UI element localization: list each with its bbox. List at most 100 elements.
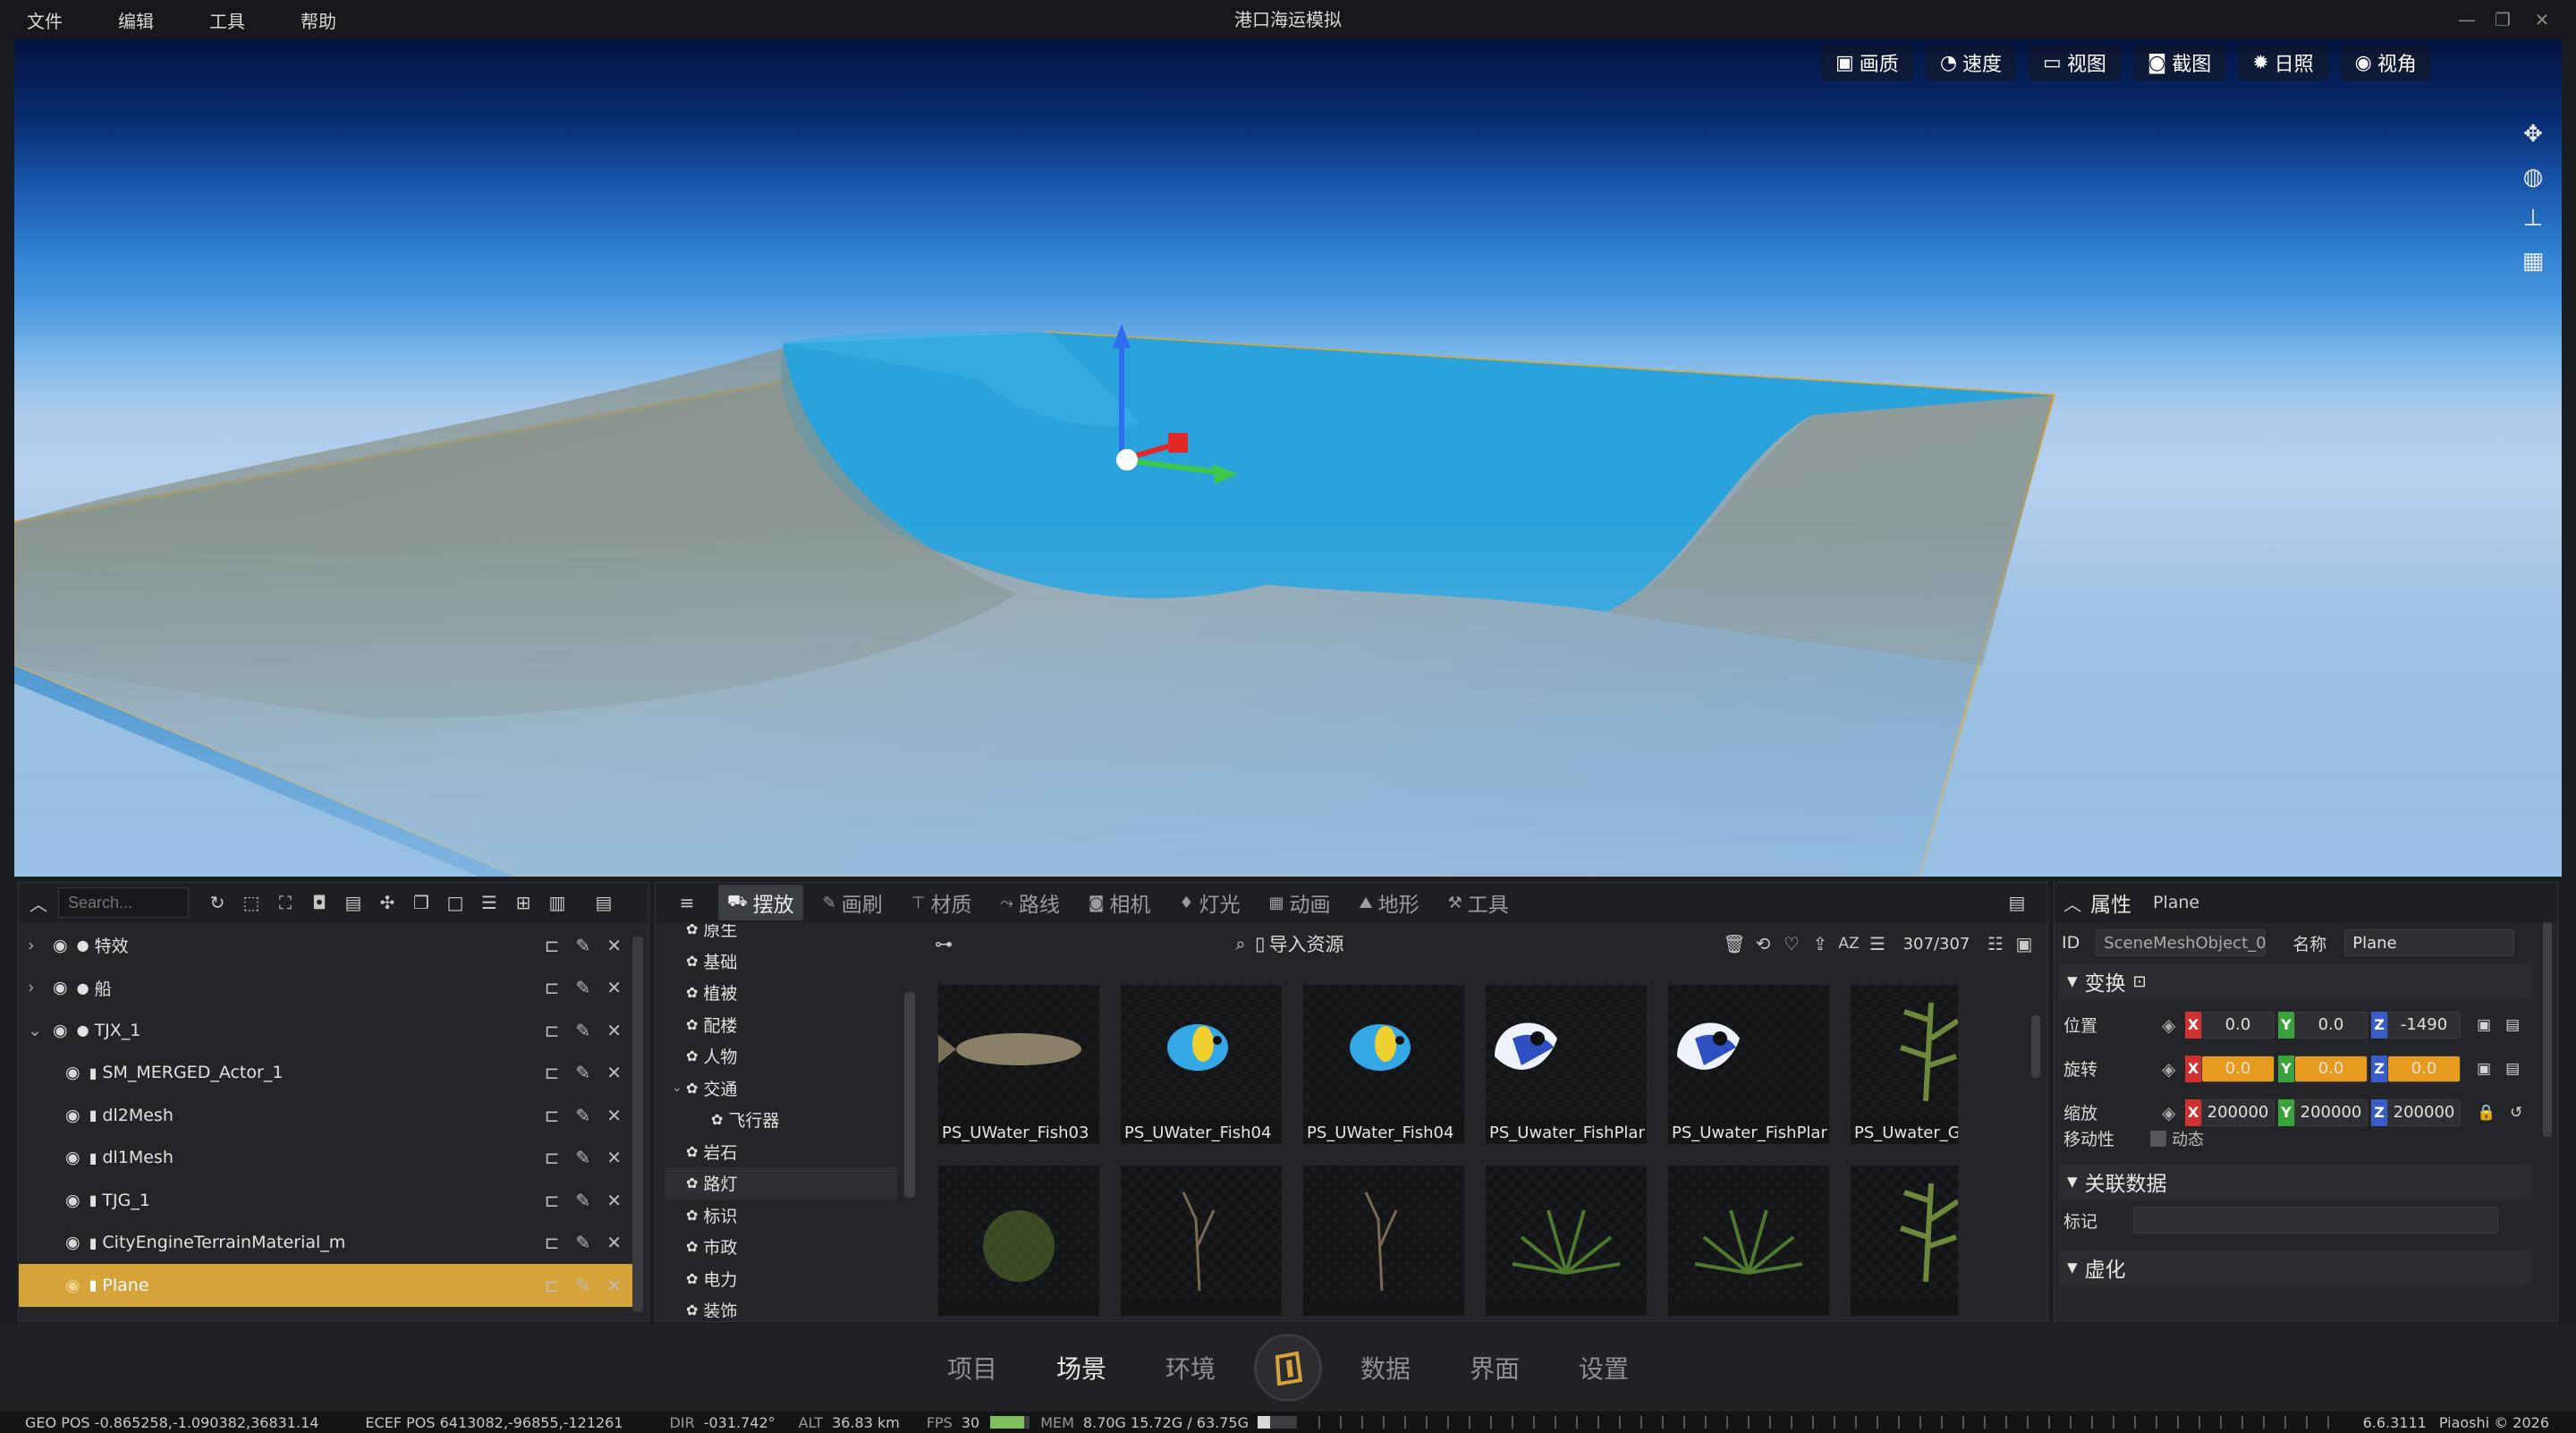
asset-thumbnail[interactable]: PS_Uwater_Grass07 — [1851, 985, 1958, 1144]
tab-0[interactable]: ⛟ 摆放 — [718, 885, 803, 920]
expand-toggle[interactable]: › — [28, 936, 44, 955]
paste-icon[interactable]: ▤ — [2505, 1060, 2520, 1078]
chevron-up-icon[interactable]: ︿ — [2063, 890, 2081, 916]
asset-thumbnail[interactable] — [1303, 1166, 1464, 1316]
export-button[interactable]: ⇪ — [1806, 929, 1835, 958]
expand-toggle[interactable]: ⌄ — [28, 1021, 44, 1040]
remove-icon[interactable]: ✕ — [606, 935, 622, 956]
edit-icon[interactable]: ✎ — [575, 935, 590, 956]
category-item[interactable]: ✿ 飞行器 — [665, 1104, 897, 1136]
nav-project[interactable]: 项目 — [947, 1350, 997, 1386]
category-item[interactable]: ✿ 人物 — [665, 1040, 897, 1073]
tab-5[interactable]: ♦ 灯光 — [1170, 885, 1249, 920]
maximize-button[interactable]: ❐ — [2483, 0, 2522, 39]
align-icon[interactable]: ⊏ — [545, 1062, 560, 1083]
edit-icon[interactable]: ✎ — [575, 1190, 590, 1211]
mobility-checkbox[interactable]: 动态 — [2150, 1127, 2204, 1150]
asset-thumbnail[interactable] — [1668, 1166, 1829, 1316]
category-item[interactable]: ✿ 路灯 — [665, 1167, 897, 1200]
document-button[interactable]: ▥ — [543, 888, 572, 917]
tab-6[interactable]: ▦ 动画 — [1259, 885, 1339, 920]
edit-icon[interactable]: ✎ — [575, 977, 590, 998]
category-item[interactable]: ✿ 植被 — [665, 977, 897, 1009]
edit-icon[interactable]: ✎ — [575, 1105, 590, 1126]
align-icon[interactable]: ⊏ — [545, 1105, 560, 1126]
lock-icon[interactable]: 🔒 — [2477, 1104, 2496, 1122]
asset-scrollbar[interactable] — [2031, 1015, 2040, 1078]
category-item[interactable]: ✿ 基础 — [665, 945, 897, 978]
align-icon[interactable]: ⊏ — [545, 1275, 560, 1296]
tab-8[interactable]: ⚒ 工具 — [1439, 885, 1518, 920]
remove-icon[interactable]: ✕ — [606, 1147, 622, 1168]
transform-x-field[interactable]: 0.0 — [2201, 1011, 2275, 1039]
asset-thumbnail[interactable] — [1486, 1166, 1647, 1316]
sunlight-button[interactable]: ✹ 日照 — [2238, 45, 2328, 81]
square-button[interactable]: □ — [441, 888, 470, 917]
thumbnail-view-button[interactable]: ▣ — [2010, 929, 2038, 958]
speed-button[interactable]: ◔ 速度 — [1925, 45, 2017, 81]
asset-search-button[interactable]: ⌕ — [1226, 929, 1255, 958]
expand-toggle[interactable]: › — [28, 978, 44, 997]
sidebar-toggle-button[interactable]: ≡ — [665, 888, 709, 917]
edit-icon[interactable]: ✎ — [575, 1062, 590, 1083]
add-group-button[interactable]: ⊞ — [509, 888, 538, 917]
transform-z-field[interactable]: 0.0 — [2387, 1055, 2461, 1082]
camera-button[interactable]: ◘ — [305, 888, 334, 917]
category-scrollbar[interactable] — [904, 992, 915, 1198]
visibility-toggle-icon[interactable]: ◉ — [65, 1063, 80, 1082]
quality-button[interactable]: ▣ 画质 — [1821, 45, 1913, 81]
favorite-button[interactable]: ♡ — [1777, 929, 1806, 958]
visibility-toggle-icon[interactable]: ◉ — [65, 1191, 80, 1210]
outliner-scrollbar[interactable] — [632, 937, 643, 1312]
content-menu-button[interactable]: ▤ — [2003, 888, 2031, 917]
visibility-toggle-icon[interactable]: ◉ — [65, 1148, 80, 1167]
visibility-toggle-icon[interactable]: ◉ — [53, 1021, 68, 1040]
outliner-row[interactable]: ◉ ▮ dl1Mesh ⊏ ✎ ✕ — [19, 1137, 632, 1180]
close-button[interactable]: ✕ — [2522, 0, 2562, 39]
menu-file[interactable]: 文件 — [18, 7, 72, 33]
asset-thumbnail[interactable] — [1121, 1166, 1282, 1316]
transform-y-field[interactable]: 200000 — [2294, 1098, 2368, 1126]
collapse-button[interactable]: ︿ — [24, 888, 53, 917]
home-button[interactable] — [1254, 1334, 1322, 1402]
history-button[interactable]: ⟲ — [1749, 929, 1777, 958]
list-button[interactable]: ☰ — [475, 888, 504, 917]
edit-icon[interactable]: ✎ — [575, 1147, 590, 1168]
nav-interface[interactable]: 界面 — [1470, 1350, 1520, 1386]
category-item[interactable]: ✿ 岩石 — [665, 1136, 897, 1168]
outliner-row[interactable]: ◉ ▮ CityEngineTerrainMaterial_m ⊏ ✎ ✕ — [19, 1222, 632, 1265]
sort-button[interactable]: ☰ — [1863, 929, 1892, 958]
transform-z-field[interactable]: -1490 — [2387, 1011, 2461, 1039]
properties-scrollbar[interactable] — [2543, 922, 2552, 1137]
unlock-icon[interactable]: ⊡ — [2133, 972, 2147, 991]
axis-button[interactable]: ⊥ — [2515, 200, 2551, 236]
tree-view-button[interactable]: ⊶ — [929, 929, 958, 958]
align-icon[interactable]: ⊏ — [545, 1147, 560, 1168]
tab-2[interactable]: ⊤ 材质 — [902, 885, 981, 920]
globe-button[interactable]: ◍ — [2515, 159, 2551, 195]
align-icon[interactable]: ⊏ — [545, 1232, 560, 1253]
assoc-data-section-header[interactable]: ▾ 关联数据 — [2058, 1164, 2532, 1200]
menu-edit[interactable]: 编辑 — [109, 7, 163, 33]
sort-az-button[interactable]: AZ — [1835, 929, 1863, 958]
camera-angle-button[interactable]: ◉ 视角 — [2340, 45, 2431, 81]
transform-y-field[interactable]: 0.0 — [2294, 1055, 2368, 1082]
paste-icon[interactable]: ▤ — [2505, 1016, 2520, 1034]
menu-help[interactable]: 帮助 — [292, 7, 345, 33]
edit-icon[interactable]: ✎ — [575, 1020, 590, 1041]
copy-icon[interactable]: ▣ — [2477, 1016, 2491, 1034]
asset-thumbnail[interactable] — [1851, 1166, 1958, 1316]
screenshot-button[interactable]: ◙ 截图 — [2132, 45, 2226, 81]
outliner-row[interactable]: ◉ ▮ Plane ⊏ ✎ ✕ — [19, 1264, 632, 1307]
nav-environment[interactable]: 环境 — [1165, 1350, 1216, 1386]
edit-icon[interactable]: ✎ — [575, 1275, 590, 1296]
outliner-row[interactable]: ◉ ▮ dl2Mesh ⊏ ✎ ✕ — [19, 1094, 632, 1137]
visibility-toggle-icon[interactable]: ◉ — [65, 1106, 80, 1125]
visibility-toggle-icon[interactable]: ◉ — [53, 936, 68, 955]
copy-button[interactable]: ❐ — [407, 888, 436, 917]
asset-search-input[interactable] — [958, 930, 1226, 957]
asset-thumbnail[interactable]: PS_UWater_Fish04 — [1121, 985, 1282, 1144]
outliner-row[interactable]: ◉ ▮ TJG_1 ⊏ ✎ ✕ — [19, 1179, 632, 1222]
nav-settings[interactable]: 设置 — [1579, 1350, 1629, 1386]
asset-thumbnail[interactable]: PS_Uwater_FishPlan — [1668, 985, 1829, 1144]
